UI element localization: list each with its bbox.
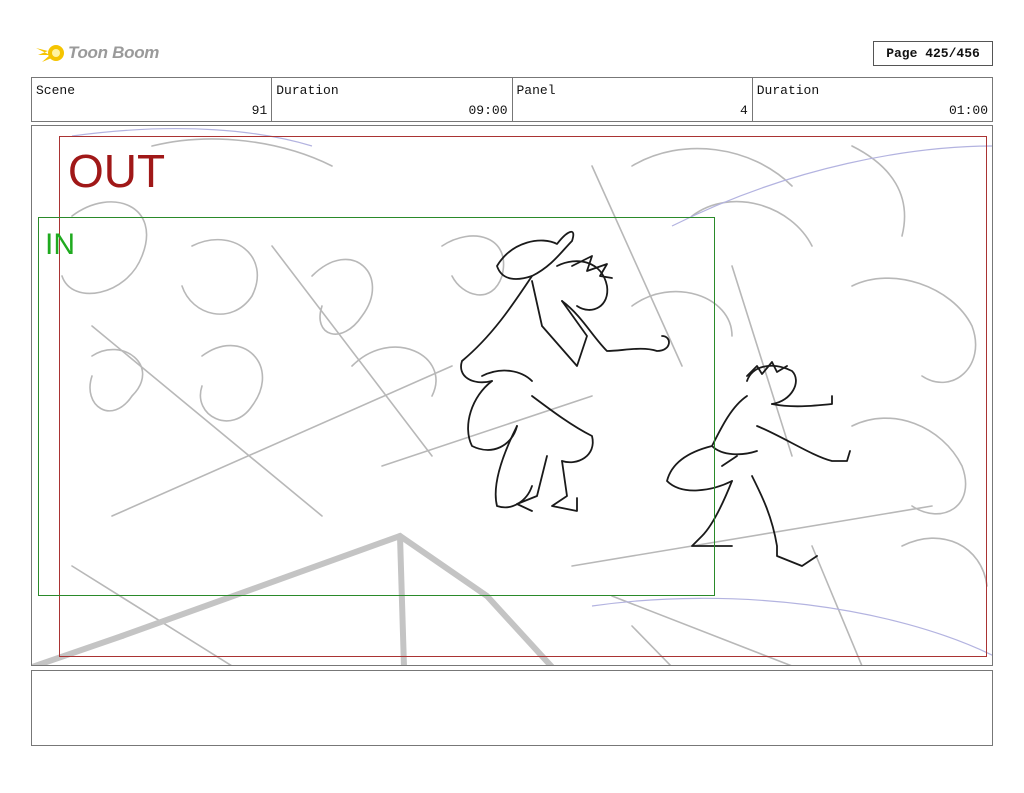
in-frame	[38, 217, 715, 596]
panel-duration-cell: Duration 01:00	[753, 78, 992, 121]
scene-duration-value: 09:00	[468, 103, 508, 118]
page-number: Page 425/456	[873, 41, 993, 66]
scene-cell: Scene 91	[32, 78, 273, 121]
panel-cell: Panel 4	[513, 78, 753, 121]
scene-value: 91	[251, 103, 268, 118]
scene-info-table: Scene 91 Duration 09:00 Panel 4 Duration…	[31, 77, 993, 122]
scene-duration-cell: Duration 09:00	[272, 78, 513, 121]
out-label: OUT	[68, 145, 166, 197]
comet-icon	[36, 45, 64, 62]
panel-value: 4	[739, 103, 748, 118]
logo-text: Toon Boom	[68, 43, 160, 62]
scene-label: Scene	[36, 83, 76, 98]
panel-notes	[31, 670, 993, 746]
panel-label: Panel	[516, 83, 556, 98]
toon-boom-logo: Toon Boom	[34, 38, 159, 68]
in-label: IN	[45, 228, 75, 261]
storyboard-panel: OUT IN	[31, 125, 993, 666]
panel-duration-label: Duration	[756, 83, 820, 98]
panel-duration-value: 01:00	[948, 103, 988, 118]
scene-duration-label: Duration	[276, 83, 339, 98]
